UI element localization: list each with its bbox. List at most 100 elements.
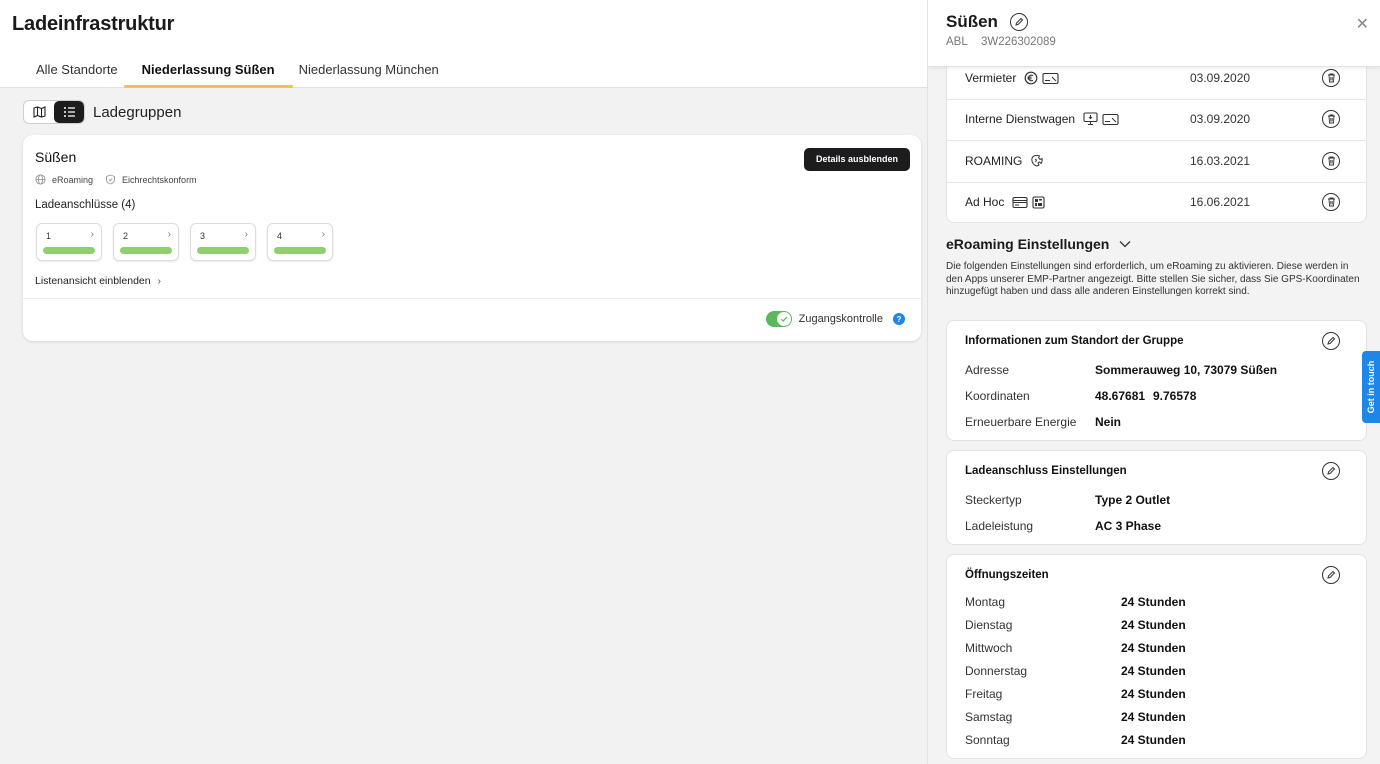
tariff-row: Ad Hoc 16.06.2021: [947, 182, 1366, 224]
connector-tile[interactable]: 4 ›: [267, 223, 333, 261]
tariff-name-cell: ROAMING: [965, 154, 1044, 168]
longitude-value: 9.76578: [1153, 389, 1197, 403]
connector-settings-title: Ladeanschluss Einstellungen: [965, 465, 1127, 477]
location-info-card: Informationen zum Standort der Gruppe Ad…: [946, 320, 1367, 441]
connectors-title: Ladeanschlüsse (4): [35, 199, 136, 211]
day-hours: 24 Stunden: [1121, 710, 1186, 724]
group-name: Süßen: [35, 149, 77, 165]
charging-power-label: Ladeleistung: [965, 519, 1034, 533]
page-title: Ladeinfrastruktur: [12, 13, 175, 35]
tag-eichrecht: Eichrechtskonform: [105, 174, 197, 185]
connector-tile[interactable]: 2 ›: [113, 223, 179, 261]
day-hours: 24 Stunden: [1121, 641, 1186, 655]
location-tabs: Alle Standorte Niederlassung Süßen Niede…: [24, 60, 451, 88]
connector-tile[interactable]: 1 ›: [36, 223, 102, 261]
pencil-icon: [1327, 570, 1336, 579]
connector-status-bar: [120, 247, 172, 254]
tag-eichrecht-label: Eichrechtskonform: [122, 174, 197, 185]
connector-tile[interactable]: 3 ›: [190, 223, 256, 261]
top-bar: Ladeinfrastruktur Alle Standorte Niederl…: [0, 0, 927, 88]
connector-status-bar: [197, 247, 249, 254]
tariff-name: Ad Hoc: [965, 195, 1005, 209]
edit-opening-hours-button[interactable]: [1322, 566, 1340, 584]
view-title: Ladegruppen: [93, 103, 182, 121]
connector-settings-card: Ladeanschluss Einstellungen Steckertyp T…: [946, 450, 1367, 545]
tab-all-locations[interactable]: Alle Standorte: [24, 60, 130, 88]
pencil-icon: [1327, 336, 1336, 345]
connector-number: 1: [46, 231, 52, 241]
euro-icon: [1024, 71, 1038, 85]
renewable-value: Nein: [1095, 415, 1122, 429]
delete-tariff-button[interactable]: [1322, 69, 1340, 87]
shield-icon: [106, 174, 115, 185]
day-label: Sonntag: [965, 733, 1010, 747]
renewable-label: Erneuerbare Energie: [965, 415, 1077, 429]
globe-icon: [35, 174, 46, 185]
edit-connector-settings-button[interactable]: [1322, 462, 1340, 480]
tab-suessen[interactable]: Niederlassung Süßen: [123, 60, 293, 88]
plug-type-value: Type 2 Outlet: [1095, 493, 1171, 507]
charging-group-card: Süßen eRoaming Eichrechtskonform Details…: [23, 135, 921, 341]
close-icon[interactable]: ✕: [1356, 14, 1369, 34]
hide-details-button[interactable]: Details ausblenden: [803, 148, 910, 171]
delete-tariff-button[interactable]: [1322, 110, 1340, 128]
tariff-name-cell: Ad Hoc: [965, 195, 1045, 209]
day-hours: 24 Stunden: [1121, 595, 1186, 609]
map-view-button[interactable]: [24, 101, 54, 123]
roaming-icon: [1031, 154, 1044, 167]
panel-title: Süßen: [946, 12, 998, 31]
trash-icon: [1327, 156, 1335, 166]
tariff-date: 03.09.2020: [1190, 112, 1251, 126]
show-list-view-label: Listenansicht einblenden: [35, 275, 151, 287]
day-hours: 24 Stunden: [1121, 618, 1186, 632]
tariff-name-cell: Interne Dienstwagen: [965, 112, 1119, 126]
qr-icon: [1032, 195, 1045, 209]
access-control-toggle[interactable]: [765, 311, 792, 327]
day-label: Dienstag: [965, 618, 1013, 632]
day-hours: 24 Stunden: [1121, 664, 1186, 678]
eroaming-title: eRoaming Einstellungen: [946, 236, 1110, 252]
list-view-button[interactable]: [54, 101, 84, 123]
card-icon: [1102, 113, 1119, 125]
device-brand: ABL: [946, 36, 968, 48]
toggle-knob: [776, 312, 791, 326]
list-icon: [63, 107, 75, 117]
edit-title-button[interactable]: [1009, 13, 1028, 31]
get-in-touch-label: Get in touch: [1366, 360, 1376, 414]
get-in-touch-button[interactable]: Get in touch: [1362, 351, 1380, 423]
day-hours: 24 Stunden: [1121, 687, 1186, 701]
opening-hours-card: Öffnungszeiten Montag 24 Stunden Diensta…: [946, 554, 1367, 759]
tag-eroaming: eRoaming: [35, 174, 93, 185]
latitude-value: 48.67681: [1095, 389, 1146, 403]
delete-tariff-button[interactable]: [1322, 152, 1340, 170]
check-icon: [780, 316, 787, 322]
day-hours: 24 Stunden: [1121, 733, 1186, 747]
chevron-right-icon: ›: [167, 229, 171, 240]
tariff-row: ROAMING 16.03.2021: [947, 141, 1366, 183]
tariff-date: 16.03.2021: [1190, 154, 1251, 168]
opening-hours-title: Öffnungszeiten: [965, 569, 1049, 581]
view-toggle: [23, 100, 85, 124]
connector-number: 2: [123, 231, 129, 241]
edit-location-button[interactable]: [1322, 332, 1340, 350]
connector-status-bar: [274, 247, 326, 254]
device-serial: 3W226302089: [980, 36, 1056, 48]
main-area: Ladeinfrastruktur Alle Standorte Niederl…: [0, 0, 927, 764]
tariff-date: 16.06.2021: [1190, 195, 1251, 209]
tariff-name: ROAMING: [965, 154, 1023, 168]
show-list-view-link[interactable]: Listenansicht einblenden ›: [35, 275, 161, 287]
map-icon: [32, 106, 46, 118]
panel-header: Süßen ABL 3W226302089 ✕: [928, 0, 1380, 67]
address-label: Adresse: [965, 363, 1010, 377]
trash-icon: [1327, 114, 1335, 124]
divider: [23, 298, 921, 299]
access-control-label: Zugangskontrolle: [798, 313, 883, 325]
coordinates-label: Koordinaten: [965, 389, 1030, 403]
tab-muenchen[interactable]: Niederlassung München: [287, 60, 451, 88]
day-label: Freitag: [965, 687, 1003, 701]
eroaming-section-toggle[interactable]: eRoaming Einstellungen: [946, 236, 1131, 252]
connector-status-bar: [43, 247, 95, 254]
help-icon[interactable]: ?: [893, 313, 905, 325]
delete-tariff-button[interactable]: [1322, 193, 1340, 211]
day-label: Donnerstag: [965, 664, 1028, 678]
